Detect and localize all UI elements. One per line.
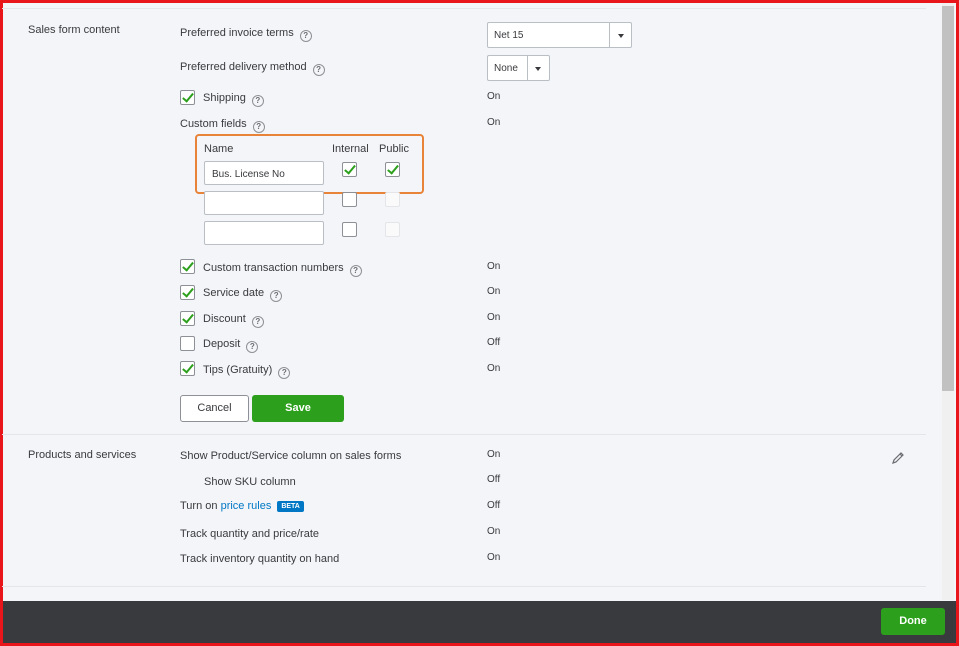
chevron-down-icon bbox=[535, 67, 541, 71]
deposit-value: Off bbox=[487, 337, 501, 348]
tips-checkbox[interactable] bbox=[180, 361, 195, 376]
custom-field-internal-checkbox[interactable] bbox=[342, 192, 357, 207]
track-quantity-value: On bbox=[487, 526, 501, 537]
pencil-icon[interactable] bbox=[891, 451, 905, 465]
tips-row: Tips (Gratuity)? bbox=[203, 364, 291, 379]
deposit-row: Deposit? bbox=[203, 338, 259, 353]
custom-field-internal-checkbox[interactable] bbox=[342, 162, 357, 177]
discount-checkbox[interactable] bbox=[180, 311, 195, 326]
settings-panel bbox=[0, 0, 959, 646]
help-icon[interactable]: ? bbox=[312, 64, 325, 76]
show-sku-label: Show SKU column bbox=[204, 476, 296, 488]
custom-fields-label: Custom fields bbox=[180, 118, 247, 130]
discount-label: Discount bbox=[203, 313, 246, 325]
help-icon[interactable]: ? bbox=[252, 121, 265, 133]
show-product-column-label: Show Product/Service column on sales for… bbox=[180, 450, 402, 462]
section-divider bbox=[2, 586, 926, 587]
price-rules-value: Off bbox=[487, 500, 501, 511]
select-divider bbox=[609, 23, 610, 47]
custom-fields-header-name: Name bbox=[204, 143, 234, 155]
invoice-terms-row: Preferred invoice terms? bbox=[180, 27, 312, 42]
help-icon[interactable]: ? bbox=[246, 341, 259, 353]
help-icon[interactable]: ? bbox=[270, 290, 283, 302]
track-quantity-label: Track quantity and price/rate bbox=[180, 528, 319, 540]
service-date-checkbox[interactable] bbox=[180, 285, 195, 300]
custom-fields-header-public: Public bbox=[379, 143, 409, 155]
shipping-value: On bbox=[487, 91, 501, 102]
custom-field-name-value: Bus. License No bbox=[212, 169, 285, 180]
cancel-button[interactable]: Cancel bbox=[180, 395, 249, 422]
done-button[interactable]: Done bbox=[881, 608, 945, 635]
divider bbox=[2, 8, 926, 9]
price-rules-row: Turn on price rules BETA bbox=[180, 500, 304, 512]
custom-field-public-checkbox bbox=[385, 192, 400, 207]
custom-field-public-checkbox bbox=[385, 222, 400, 237]
delivery-method-row: Preferred delivery method? bbox=[180, 61, 325, 76]
show-product-column-value: On bbox=[487, 449, 501, 460]
section-label-sales-form-content: Sales form content bbox=[28, 24, 120, 36]
price-rules-link[interactable]: price rules bbox=[221, 500, 272, 512]
tips-label: Tips (Gratuity) bbox=[203, 364, 273, 376]
service-date-value: On bbox=[487, 286, 501, 297]
custom-field-name-input[interactable] bbox=[204, 221, 324, 245]
beta-badge: BETA bbox=[277, 501, 304, 512]
service-date-label: Service date bbox=[203, 287, 265, 299]
scrollbar-thumb[interactable] bbox=[942, 6, 954, 391]
shipping-checkbox[interactable] bbox=[180, 90, 195, 105]
custom-fields-value: On bbox=[487, 117, 501, 128]
section-label-products-and-services: Products and services bbox=[28, 449, 137, 461]
custom-transaction-numbers-row: Custom transaction numbers? bbox=[203, 262, 362, 277]
help-icon[interactable]: ? bbox=[251, 95, 264, 107]
deposit-checkbox[interactable] bbox=[180, 336, 195, 351]
footer-bar bbox=[3, 601, 956, 643]
show-sku-value: Off bbox=[487, 474, 501, 485]
help-icon[interactable]: ? bbox=[299, 30, 312, 42]
tips-value: On bbox=[487, 363, 501, 374]
deposit-label: Deposit bbox=[203, 338, 241, 350]
custom-field-name-input[interactable] bbox=[204, 191, 324, 215]
track-inventory-value: On bbox=[487, 552, 501, 563]
custom-fields-row: Custom fields? bbox=[180, 118, 265, 133]
shipping-label: Shipping bbox=[203, 92, 246, 104]
custom-field-name-input[interactable]: Bus. License No bbox=[204, 161, 324, 185]
section-divider bbox=[2, 434, 926, 435]
custom-transaction-numbers-value: On bbox=[487, 261, 501, 272]
delivery-method-value: None bbox=[494, 63, 518, 74]
custom-field-internal-checkbox[interactable] bbox=[342, 222, 357, 237]
chevron-down-icon bbox=[618, 34, 624, 38]
invoice-terms-select[interactable]: Net 15 bbox=[487, 22, 632, 48]
delivery-method-label: Preferred delivery method bbox=[180, 61, 307, 73]
price-rules-prefix: Turn on bbox=[180, 500, 218, 512]
discount-value: On bbox=[487, 312, 501, 323]
help-icon[interactable]: ? bbox=[278, 367, 291, 379]
track-inventory-label: Track inventory quantity on hand bbox=[180, 553, 340, 565]
service-date-row: Service date? bbox=[203, 287, 283, 302]
custom-field-public-checkbox[interactable] bbox=[385, 162, 400, 177]
custom-transaction-numbers-checkbox[interactable] bbox=[180, 259, 195, 274]
custom-transaction-numbers-label: Custom transaction numbers bbox=[203, 262, 344, 274]
help-icon[interactable]: ? bbox=[251, 316, 264, 328]
custom-fields-header-internal: Internal bbox=[332, 143, 369, 155]
invoice-terms-label: Preferred invoice terms bbox=[180, 27, 294, 39]
invoice-terms-value: Net 15 bbox=[494, 30, 524, 41]
select-divider bbox=[527, 56, 528, 80]
discount-row: Discount? bbox=[203, 313, 264, 328]
delivery-method-select[interactable]: None bbox=[487, 55, 550, 81]
help-icon[interactable]: ? bbox=[349, 265, 362, 277]
save-button[interactable]: Save bbox=[252, 395, 344, 422]
shipping-row: Shipping? bbox=[203, 92, 264, 107]
